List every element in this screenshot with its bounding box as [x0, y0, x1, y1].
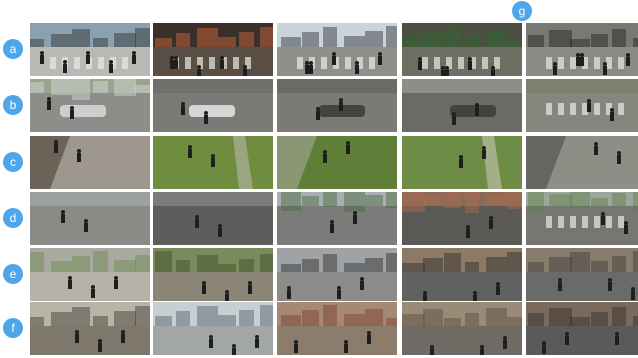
thumbnail-f-4 [402, 302, 522, 355]
scene-synthetic-plaza-crowd [402, 23, 522, 76]
thumbnail-b-3 [277, 79, 397, 132]
scene-shopfront-sidewalk [153, 302, 273, 355]
thumbnail-c-5 [526, 136, 638, 189]
thumbnail-c-2 [153, 136, 273, 189]
thumbnail-d-5 [526, 192, 638, 245]
scene-park-path-trees [277, 136, 397, 189]
row-label-e: e [3, 264, 23, 284]
thumbnail-b-2 [153, 79, 273, 132]
scene-road-pedestrian [277, 248, 397, 301]
row-label-d: d [3, 208, 23, 228]
thumbnail-a-2 [153, 23, 273, 76]
thumbnail-c-1 [30, 136, 150, 189]
thumbnail-f-3 [277, 302, 397, 355]
scene-synthetic-street-wide [402, 302, 522, 355]
thumbnail-e-3 [277, 248, 397, 301]
thumbnail-d-3 [277, 192, 397, 245]
scene-synthetic-building-car [402, 79, 522, 132]
scene-synthetic-intersection [526, 192, 638, 245]
thumbnail-a-1 [30, 23, 150, 76]
scene-pavement-topdown [30, 136, 150, 189]
scene-synthetic-grass [402, 136, 522, 189]
thumbnail-f-1 [30, 302, 150, 355]
column-label-g: g [512, 1, 532, 21]
thumbnail-e-4 [402, 248, 522, 301]
thumbnail-b-5 [526, 79, 638, 132]
thumbnail-b-4 [402, 79, 522, 132]
thumbnail-d-4 [402, 192, 522, 245]
scene-grass-field [153, 136, 273, 189]
thumbnail-b-1 [30, 79, 150, 132]
scene-old-town-street [30, 302, 150, 355]
scene-synthetic-buildings-street [402, 192, 522, 245]
row-label-b: b [3, 95, 23, 115]
thumbnail-d-1 [30, 192, 150, 245]
thumbnail-e-2 [153, 248, 273, 301]
thumbnail-f-5 [526, 302, 638, 355]
row-label-a: a [3, 39, 23, 59]
thumbnail-e-1 [30, 248, 150, 301]
scene-synthetic-street-people [526, 302, 638, 355]
scene-synthetic-city-street [526, 248, 638, 301]
thumbnail-a-4 [402, 23, 522, 76]
thumbnail-a-3 [277, 23, 397, 76]
thumbnail-d-2 [153, 192, 273, 245]
scene-synthetic-pavement [526, 136, 638, 189]
thumbnail-c-3 [277, 136, 397, 189]
thumbnail-f-2 [153, 302, 273, 355]
scene-tree-lined-sidewalk [153, 248, 273, 301]
scene-night-street-crowd [153, 23, 273, 76]
row-label-c: c [3, 152, 23, 172]
thumbnail-c-4 [402, 136, 522, 189]
scene-city-street-crowd [277, 23, 397, 76]
thumbnail-a-5 [526, 23, 638, 76]
scene-synthetic-crosswalk [526, 23, 638, 76]
scene-road-trees-overhead [277, 192, 397, 245]
scene-plaza-trees-overhead [30, 192, 150, 245]
scene-parked-cars-street [30, 79, 150, 132]
scene-synthetic-road-crossing [526, 79, 638, 132]
scene-street-cars-overhead [153, 192, 273, 245]
scene-crosswalk-people [30, 23, 150, 76]
scene-empty-asphalt [277, 79, 397, 132]
scene-synthetic-city-block [402, 248, 522, 301]
scene-sidewalk-walkers [30, 248, 150, 301]
scene-european-street [277, 302, 397, 355]
scene-white-car-road [153, 79, 273, 132]
row-label-f: f [3, 318, 23, 338]
thumbnail-e-5 [526, 248, 638, 301]
